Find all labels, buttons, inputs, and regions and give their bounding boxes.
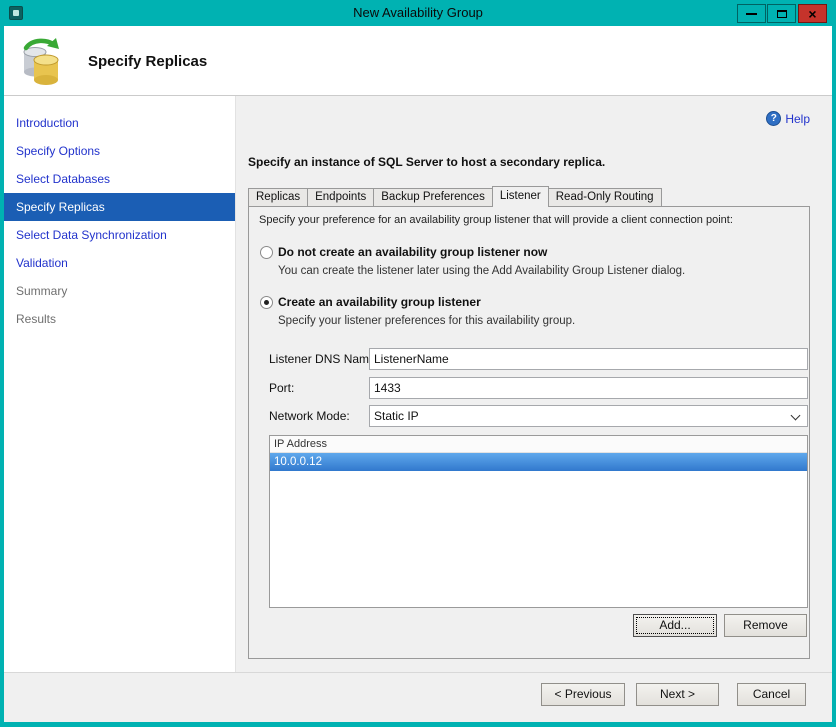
dns-name-input[interactable] xyxy=(369,348,808,370)
previous-button[interactable]: < Previous xyxy=(541,683,625,706)
tab-read-only-routing[interactable]: Read-Only Routing xyxy=(547,188,662,207)
close-icon: × xyxy=(808,5,817,22)
sidebar-item-specify-replicas[interactable]: Specify Replicas xyxy=(4,193,235,221)
wizard-steps-sidebar: Introduction Specify Options Select Data… xyxy=(4,96,236,672)
ip-address-list[interactable]: IP Address 10.0.0.12 xyxy=(269,435,808,608)
listener-tab-panel: Specify your preference for an availabil… xyxy=(248,206,810,659)
radio-create-listener[interactable] xyxy=(260,296,273,309)
availability-group-icon xyxy=(18,36,66,86)
maximize-icon xyxy=(776,9,787,18)
ip-list-header: IP Address xyxy=(270,436,807,453)
network-mode-label: Network Mode: xyxy=(269,409,350,423)
sidebar-item-introduction[interactable]: Introduction xyxy=(4,109,235,137)
title-bar: New Availability Group × xyxy=(0,0,836,26)
content-area: ? Help Specify an instance of SQL Server… xyxy=(236,96,832,672)
network-mode-select[interactable]: Static IP xyxy=(369,405,808,427)
sidebar-item-validation[interactable]: Validation xyxy=(4,249,235,277)
wizard-window: New Availability Group × Specify Replica… xyxy=(0,0,836,727)
radio-no-listener[interactable] xyxy=(260,246,273,259)
radio-no-listener-description: You can create the listener later using … xyxy=(278,265,686,277)
radio-no-listener-label[interactable]: Do not create an availability group list… xyxy=(278,245,547,259)
radio-create-listener-description: Specify your listener preferences for th… xyxy=(278,315,576,327)
window-title: New Availability Group xyxy=(353,5,483,20)
port-label: Port: xyxy=(269,381,295,395)
next-button[interactable]: Next > xyxy=(636,683,719,706)
minimize-icon xyxy=(746,12,757,15)
network-mode-value: Static IP xyxy=(374,409,419,423)
sidebar-item-summary: Summary xyxy=(16,284,68,298)
page-instruction: Specify an instance of SQL Server to hos… xyxy=(248,155,606,169)
port-input[interactable] xyxy=(369,377,808,399)
wizard-header: Specify Replicas xyxy=(4,26,832,96)
sidebar-item-select-data-sync[interactable]: Select Data Synchronization xyxy=(4,221,235,249)
listener-intro-text: Specify your preference for an availabil… xyxy=(259,214,733,226)
tab-backup-preferences[interactable]: Backup Preferences xyxy=(373,188,493,207)
tab-replicas[interactable]: Replicas xyxy=(248,188,309,207)
radio-create-listener-label[interactable]: Create an availability group listener xyxy=(278,295,481,309)
help-label: Help xyxy=(785,111,810,126)
tab-strip: Replicas Endpoints Backup Preferences Li… xyxy=(248,186,662,207)
remove-button[interactable]: Remove xyxy=(724,614,807,637)
tab-listener[interactable]: Listener xyxy=(491,186,549,207)
dns-name-label: Listener DNS Name: xyxy=(269,352,380,366)
cancel-button[interactable]: Cancel xyxy=(737,683,806,706)
close-button[interactable]: × xyxy=(798,4,827,23)
help-icon: ? xyxy=(766,111,782,126)
ip-list-row[interactable]: 10.0.0.12 xyxy=(270,453,807,471)
help-link[interactable]: ? Help xyxy=(766,111,810,126)
sidebar-item-results: Results xyxy=(16,312,57,326)
sidebar-item-select-databases[interactable]: Select Databases xyxy=(4,165,235,193)
chevron-down-icon xyxy=(790,410,801,421)
maximize-button[interactable] xyxy=(767,4,796,23)
minimize-button[interactable] xyxy=(737,4,766,23)
add-button[interactable]: Add... xyxy=(633,614,717,637)
tab-endpoints[interactable]: Endpoints xyxy=(307,188,375,207)
sidebar-item-specify-options[interactable]: Specify Options xyxy=(4,137,235,165)
page-title: Specify Replicas xyxy=(88,53,208,70)
wizard-footer: < Previous Next > Cancel xyxy=(4,672,832,722)
